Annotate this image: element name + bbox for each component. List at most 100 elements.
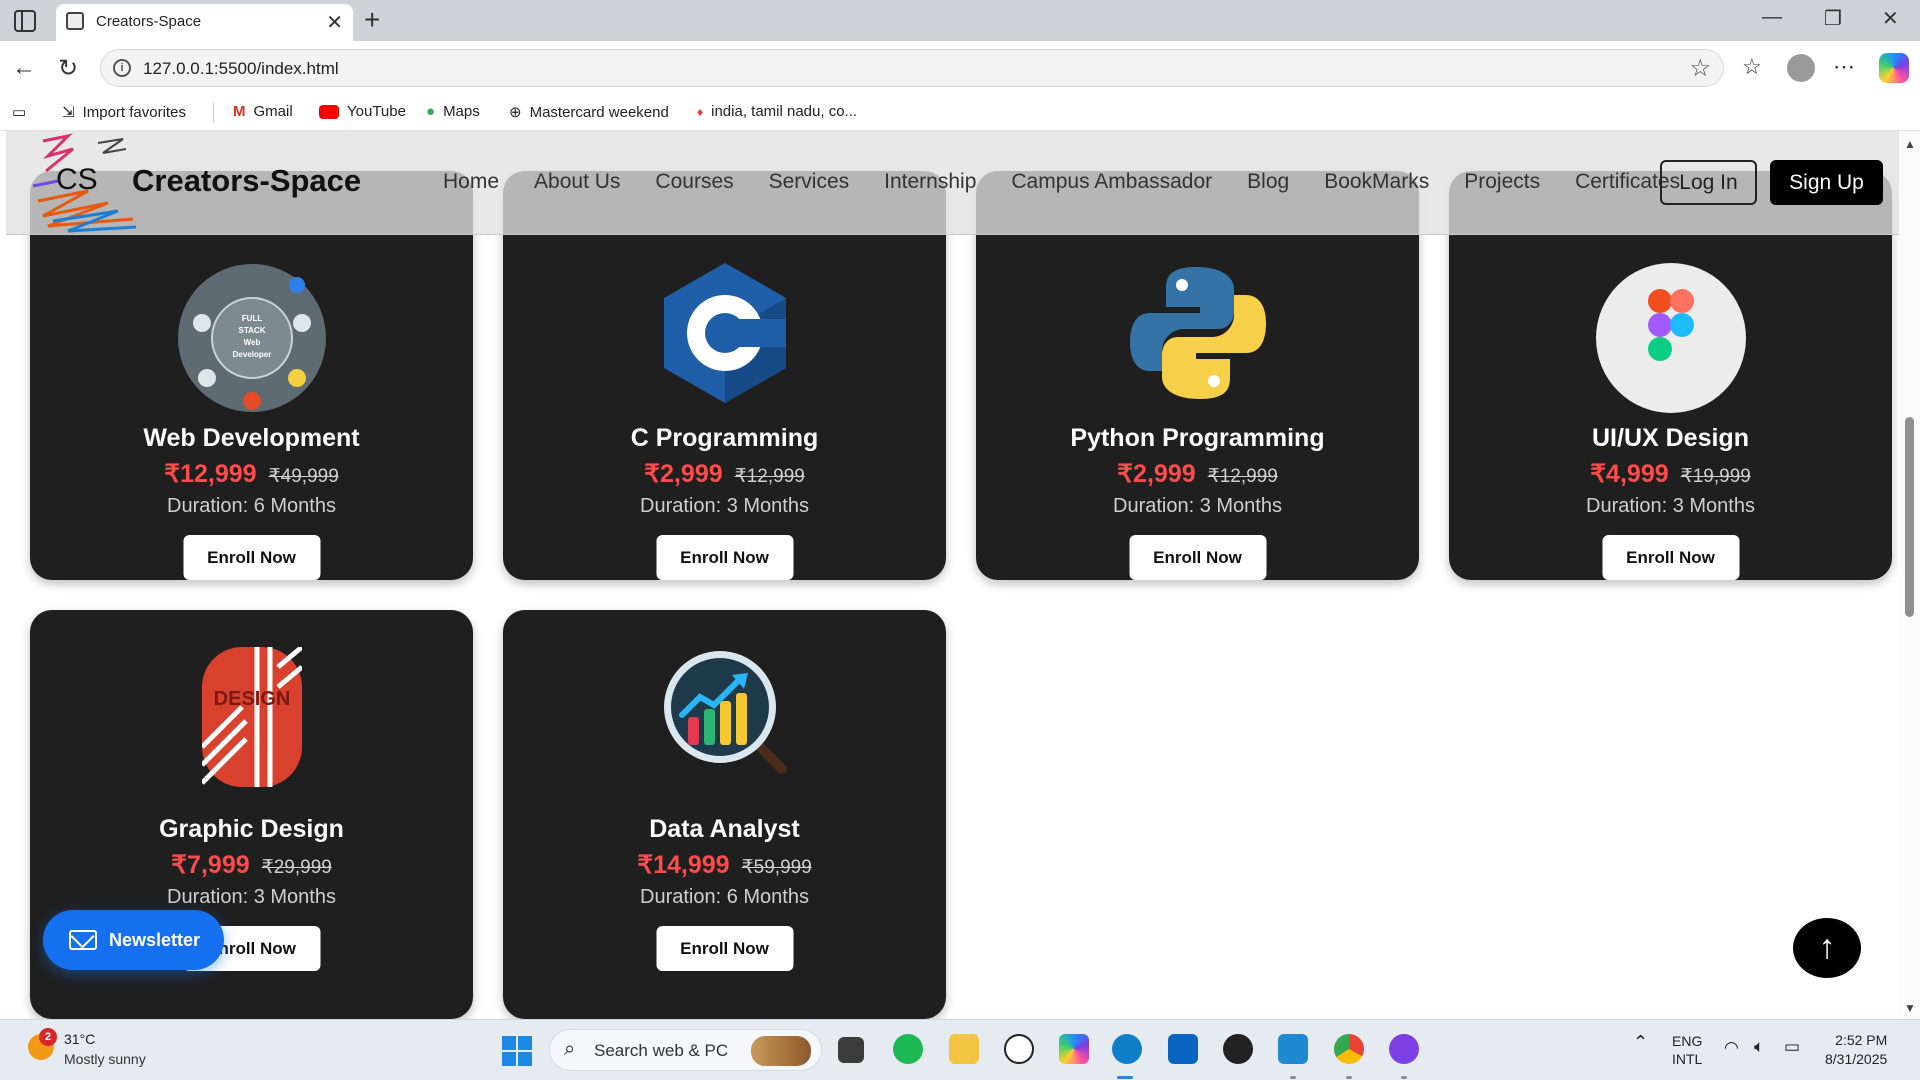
- scrollbar-thumb[interactable]: [1905, 417, 1914, 617]
- tray-overflow-icon[interactable]: ⌃: [1633, 1032, 1648, 1053]
- course-title: Graphic Design: [159, 815, 344, 843]
- site-info-icon[interactable]: i: [113, 59, 131, 77]
- start-windows-icon[interactable]: [502, 1036, 532, 1066]
- svg-text:FULL: FULL: [241, 314, 262, 323]
- nav-courses[interactable]: Courses: [655, 170, 733, 194]
- tab-title: Creators-Space: [96, 13, 202, 30]
- fav-weather[interactable]: ♦ india, tamil nadu, co...: [697, 103, 857, 120]
- nav-about-us[interactable]: About Us: [534, 170, 620, 194]
- course-price: ₹2,999: [644, 460, 723, 488]
- nav-home[interactable]: Home: [443, 170, 499, 194]
- fav-import[interactable]: ⇲ Import favorites: [62, 103, 186, 122]
- more-menu-icon[interactable]: ⋯: [1833, 54, 1855, 80]
- media-player-icon[interactable]: [1223, 1034, 1253, 1064]
- price-row: ₹12,999 ₹49,999: [30, 459, 473, 489]
- weather-temp[interactable]: 31°C: [64, 1031, 95, 1047]
- fav-gmail[interactable]: M Gmail: [233, 103, 293, 120]
- favorites-icon[interactable]: ☆: [1742, 54, 1762, 80]
- tab-actions-icon[interactable]: [14, 10, 36, 32]
- restore-icon[interactable]: ❐: [1824, 6, 1842, 31]
- nav-services[interactable]: Services: [769, 170, 850, 194]
- svg-text:Web: Web: [243, 338, 260, 347]
- nav-bookmarks[interactable]: BookMarks: [1324, 170, 1429, 194]
- copilot-app-icon[interactable]: [1059, 1034, 1089, 1064]
- search-icon: ⌕: [564, 1038, 576, 1060]
- edge-icon[interactable]: [1112, 1034, 1142, 1064]
- chrome-icon[interactable]: [1334, 1034, 1364, 1064]
- site-logo-text[interactable]: Creators-Space: [132, 163, 361, 199]
- enroll-button[interactable]: Enroll Now: [656, 535, 793, 580]
- course-duration: Duration: 3 Months: [167, 886, 336, 908]
- task-view-icon[interactable]: [838, 1037, 864, 1063]
- nav-campus-ambassador[interactable]: Campus Ambassador: [1011, 170, 1212, 194]
- course-duration: Duration: 6 Months: [167, 495, 336, 517]
- profile-avatar[interactable]: [1787, 54, 1815, 82]
- course-price: ₹4,999: [1590, 460, 1669, 488]
- enroll-button[interactable]: Enroll Now: [656, 926, 793, 971]
- language-indicator[interactable]: ENG INTL: [1672, 1032, 1702, 1068]
- nav-blog[interactable]: Blog: [1247, 170, 1289, 194]
- enroll-button[interactable]: Enroll Now: [183, 535, 320, 580]
- course-old-price: ₹29,999: [261, 857, 332, 878]
- url-text[interactable]: 127.0.0.1:5500/index.html: [143, 59, 339, 79]
- sidebar-toggle-icon[interactable]: ▭: [12, 103, 26, 121]
- price-row: ₹4,999 ₹19,999: [1449, 459, 1892, 489]
- signup-button[interactable]: Sign Up: [1770, 160, 1883, 205]
- vscode-icon[interactable]: [1278, 1034, 1308, 1064]
- course-duration: Duration: 3 Months: [1586, 495, 1755, 517]
- browser-tab[interactable]: Creators-Space ✕: [56, 4, 353, 41]
- login-button[interactable]: Log In: [1660, 160, 1757, 205]
- enroll-button[interactable]: Enroll Now: [1129, 535, 1266, 580]
- scroll-down-icon[interactable]: ▼: [1904, 1001, 1916, 1015]
- price-row: ₹7,999 ₹29,999: [30, 850, 473, 880]
- nav-internship[interactable]: Internship: [884, 170, 976, 194]
- import-icon: ⇲: [62, 104, 75, 121]
- close-tab-icon[interactable]: ✕: [326, 10, 343, 35]
- fav-maps[interactable]: ● Maps: [426, 103, 480, 120]
- newsletter-button[interactable]: Newsletter: [43, 910, 224, 970]
- youtube-icon: [319, 104, 339, 119]
- gmail-icon: M: [233, 103, 246, 120]
- volume-icon[interactable]: 🔈︎: [1754, 1037, 1764, 1057]
- price-row: ₹2,999 ₹12,999: [976, 459, 1419, 489]
- active-app-indicator: [1117, 1076, 1133, 1079]
- page-scrollbar[interactable]: ▲ ▼: [1899, 131, 1920, 1019]
- app-running-indicator: [1346, 1076, 1352, 1079]
- wifi-icon[interactable]: ◠: [1724, 1038, 1739, 1058]
- dell-icon[interactable]: [1004, 1034, 1034, 1064]
- close-window-icon[interactable]: ✕: [1882, 6, 1899, 31]
- nav-projects[interactable]: Projects: [1464, 170, 1540, 194]
- site-header: CS Creators-Space Home About Us Courses …: [6, 131, 1899, 235]
- enroll-button[interactable]: Enroll Now: [1602, 535, 1739, 580]
- fav-separator: [213, 103, 214, 123]
- favorite-star-icon[interactable]: ☆: [1689, 54, 1711, 83]
- battery-icon[interactable]: ▭: [1784, 1037, 1800, 1057]
- copilot-icon[interactable]: [1879, 53, 1909, 83]
- scroll-up-icon[interactable]: ▲: [1904, 137, 1916, 151]
- favorites-bar: ▭ ⇲ Import favorites M Gmail YouTube ● Maps…: [0, 95, 1920, 131]
- taskbar-search[interactable]: ⌕ Search web & PC: [549, 1029, 822, 1071]
- minimize-icon[interactable]: —: [1762, 6, 1782, 29]
- file-explorer-icon[interactable]: [949, 1034, 979, 1064]
- course-price: ₹14,999: [637, 851, 730, 879]
- fav-youtube[interactable]: YouTube: [319, 103, 406, 120]
- course-title: Python Programming: [1070, 424, 1325, 452]
- new-tab-icon[interactable]: +: [364, 4, 380, 36]
- back-icon[interactable]: ←: [12, 54, 36, 82]
- mail-icon: [69, 930, 97, 950]
- spotify-icon[interactable]: [893, 1034, 923, 1064]
- system-clock[interactable]: 2:52 PM 8/31/2025: [1825, 1031, 1887, 1069]
- github-desktop-icon[interactable]: [1389, 1034, 1419, 1064]
- browser-tab-bar: Creators-Space ✕ + — ❐ ✕: [0, 0, 1920, 41]
- fav-mastercard[interactable]: ⊕ Mastercard weekend: [509, 103, 669, 122]
- course-title: Data Analyst: [649, 815, 800, 843]
- refresh-icon[interactable]: ↻: [58, 54, 78, 83]
- address-bar[interactable]: i 127.0.0.1:5500/index.html ☆: [100, 49, 1724, 87]
- course-price: ₹2,999: [1117, 460, 1196, 488]
- outlook-icon[interactable]: [1168, 1034, 1198, 1064]
- arrow-up-icon: ↑: [1818, 928, 1836, 966]
- scroll-to-top-button[interactable]: ↑: [1793, 918, 1861, 978]
- weather-drop-icon: ♦: [697, 104, 704, 119]
- weather-desc[interactable]: Mostly sunny: [64, 1051, 146, 1067]
- logo-scribble-icon[interactable]: CS: [28, 131, 138, 235]
